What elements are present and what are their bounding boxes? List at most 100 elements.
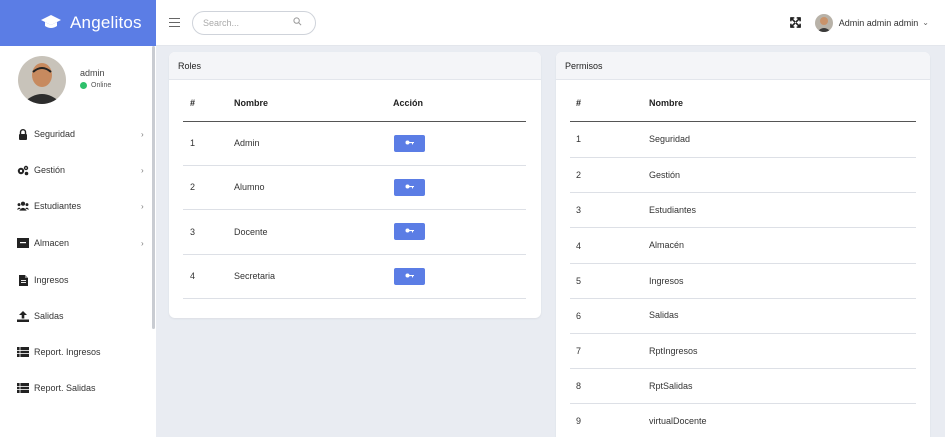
key-icon bbox=[405, 226, 414, 237]
file-icon bbox=[17, 274, 29, 286]
sidebar-item-label: Gestión bbox=[34, 165, 66, 175]
permiso-name: Estudiantes bbox=[649, 205, 697, 215]
list-icon bbox=[17, 346, 29, 358]
permisos-header-num: # bbox=[576, 98, 582, 108]
user-panel: admin Online bbox=[18, 56, 138, 108]
avatar bbox=[18, 56, 66, 104]
fullscreen-icon[interactable] bbox=[788, 15, 804, 31]
search-icon[interactable] bbox=[293, 16, 302, 29]
permiso-num: 8 bbox=[576, 381, 582, 391]
permiso-num: 2 bbox=[576, 170, 582, 180]
sidebar-item-label: Estudiantes bbox=[34, 201, 82, 211]
permisos-card-title: Permisos bbox=[556, 52, 930, 80]
user-status: Online bbox=[80, 82, 111, 89]
divider bbox=[570, 192, 916, 193]
status-text: Online bbox=[91, 82, 112, 89]
chevron-down-icon[interactable]: ⌄ bbox=[922, 18, 929, 27]
sidebar-scrollbar[interactable] bbox=[152, 46, 155, 329]
divider bbox=[183, 121, 526, 123]
permiso-name: RptSalidas bbox=[649, 381, 693, 391]
chevron-right-icon: › bbox=[141, 129, 144, 139]
divider bbox=[570, 263, 916, 264]
role-permissions-button[interactable] bbox=[394, 223, 425, 240]
sidebar-item-label: Salidas bbox=[34, 311, 64, 321]
sidebar-item-report-salidas[interactable]: Report. Salidas bbox=[0, 376, 156, 400]
role-permissions-button[interactable] bbox=[394, 268, 425, 285]
sidebar-user-name: admin bbox=[80, 68, 105, 78]
warehouse-icon bbox=[17, 237, 29, 249]
brand[interactable]: Angelitos bbox=[0, 0, 156, 46]
sidebar-item-label: Report. Salidas bbox=[34, 383, 96, 393]
user-avatar-small[interactable] bbox=[814, 13, 833, 32]
permisos-card: Permisos # Nombre 1 Seguridad 2 Gestión … bbox=[556, 52, 930, 437]
divider bbox=[570, 298, 916, 299]
roles-header-action: Acción bbox=[393, 98, 424, 108]
user-menu-name[interactable]: Admin admin admin bbox=[839, 18, 919, 28]
sidebar-item-label: Report. Ingresos bbox=[34, 347, 101, 357]
roles-card: Roles # Nombre Acción 1 Admin 2 Alumno 3… bbox=[169, 52, 541, 318]
role-name: Admin bbox=[234, 138, 260, 148]
header-user-area: Admin admin admin ⌄ bbox=[788, 13, 929, 32]
divider bbox=[570, 227, 916, 228]
role-name: Secretaria bbox=[234, 271, 276, 281]
list-icon bbox=[17, 382, 29, 394]
sidebar-item-salidas[interactable]: Salidas bbox=[0, 304, 156, 328]
sidebar-item-ingresos[interactable]: Ingresos bbox=[0, 268, 156, 292]
search-box bbox=[192, 10, 316, 35]
sidebar-item-label: Almacen bbox=[34, 238, 70, 248]
sidebar-item-label: Ingresos bbox=[34, 275, 69, 285]
menu-toggle-icon[interactable] bbox=[169, 18, 180, 27]
brand-name: Angelitos bbox=[70, 13, 142, 32]
divider bbox=[183, 298, 526, 299]
permiso-name: Gestión bbox=[649, 170, 681, 180]
permiso-name: Salidas bbox=[649, 310, 679, 320]
permisos-header-name: Nombre bbox=[649, 98, 684, 108]
role-num: 1 bbox=[190, 138, 196, 148]
sidebar: admin Online Seguridad › Gestión › Estud… bbox=[0, 46, 156, 437]
sidebar-item-label: Seguridad bbox=[34, 129, 76, 139]
divider bbox=[570, 403, 916, 404]
sidebar-item-seguridad[interactable]: Seguridad › bbox=[0, 122, 156, 146]
key-icon bbox=[405, 271, 414, 282]
divider bbox=[183, 209, 526, 210]
permiso-num: 3 bbox=[576, 205, 582, 215]
role-permissions-button[interactable] bbox=[394, 135, 425, 152]
top-header: Admin admin admin ⌄ bbox=[156, 0, 945, 46]
upload-icon bbox=[17, 310, 29, 322]
permiso-name: Ingresos bbox=[649, 276, 684, 286]
key-icon bbox=[405, 138, 414, 149]
permiso-name: Almacén bbox=[649, 240, 685, 250]
sidebar-item-report-ingresos[interactable]: Report. Ingresos bbox=[0, 340, 156, 364]
divider bbox=[570, 121, 916, 123]
search-input[interactable] bbox=[203, 17, 293, 28]
permiso-num: 4 bbox=[576, 241, 582, 251]
divider bbox=[570, 333, 916, 334]
divider bbox=[570, 368, 916, 369]
graduation-cap-icon bbox=[40, 14, 62, 33]
online-status-dot bbox=[80, 82, 87, 89]
cogs-icon bbox=[17, 164, 29, 176]
sidebar-item-estudiantes[interactable]: Estudiantes › bbox=[0, 194, 156, 218]
role-permissions-button[interactable] bbox=[394, 179, 425, 196]
permiso-num: 9 bbox=[576, 416, 582, 426]
roles-header-num: # bbox=[190, 98, 196, 108]
sidebar-item-almacen[interactable]: Almacen › bbox=[0, 231, 156, 255]
permiso-num: 5 bbox=[576, 276, 582, 286]
sidebar-item-gestion[interactable]: Gestión › bbox=[0, 158, 156, 182]
divider bbox=[183, 254, 526, 255]
roles-header-name: Nombre bbox=[234, 98, 269, 108]
chevron-right-icon: › bbox=[141, 165, 144, 175]
permiso-num: 6 bbox=[576, 311, 582, 321]
role-num: 4 bbox=[190, 271, 196, 281]
permiso-num: 1 bbox=[576, 134, 582, 144]
permiso-name: RptIngresos bbox=[649, 346, 698, 356]
users-icon bbox=[17, 200, 29, 212]
role-name: Alumno bbox=[234, 182, 265, 192]
roles-card-title: Roles bbox=[169, 52, 541, 80]
lock-icon bbox=[17, 128, 29, 140]
chevron-right-icon: › bbox=[141, 201, 144, 211]
divider bbox=[570, 157, 916, 158]
role-name: Docente bbox=[234, 227, 268, 237]
chevron-right-icon: › bbox=[141, 238, 144, 248]
divider bbox=[183, 165, 526, 166]
